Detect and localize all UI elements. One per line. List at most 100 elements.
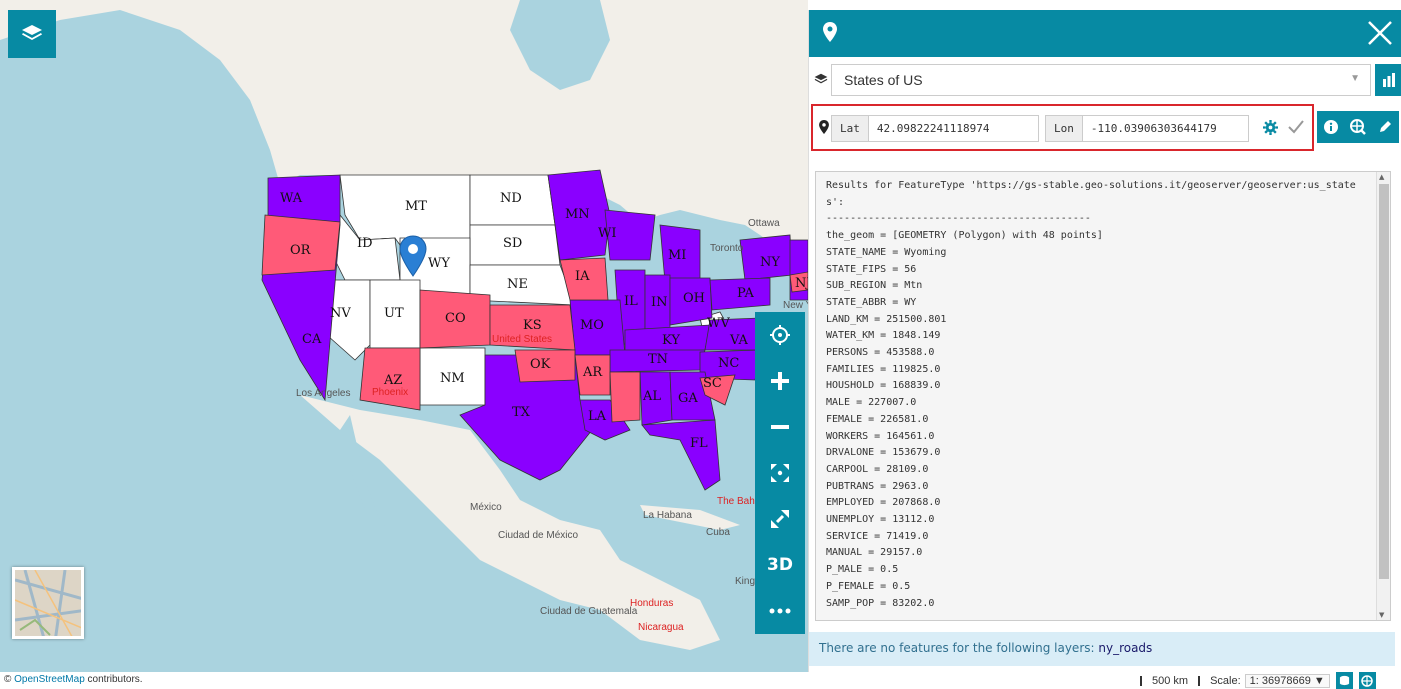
city-label: La Habana <box>643 510 692 521</box>
layer-select-value: States of US <box>844 72 923 88</box>
city-label: Phoenix <box>372 387 408 398</box>
state-label: KY <box>662 333 680 348</box>
state-label: SC <box>703 376 722 391</box>
info-icon <box>1323 120 1338 134</box>
close-icon[interactable] <box>1367 20 1393 46</box>
scale-distance: 500 km <box>1152 674 1189 687</box>
state-label: IL <box>624 294 638 309</box>
layer-select[interactable]: States of US ▼ <box>831 64 1371 96</box>
chevron-down-icon: ▼ <box>1350 73 1360 84</box>
globe-icon <box>1361 674 1374 687</box>
projection-button[interactable] <box>1358 672 1376 689</box>
scroll-thumb[interactable] <box>1379 184 1389 579</box>
locate-button[interactable] <box>755 312 805 358</box>
state-label: OH <box>683 291 705 306</box>
state-label: MI <box>668 248 686 263</box>
state-label: TX <box>512 405 531 420</box>
feature-info-results[interactable]: Results for FeatureType 'https://gs-stab… <box>815 171 1391 621</box>
lon-input[interactable]: -110.03906303644179 <box>1083 116 1248 141</box>
map-footer: 500 km Scale: 1: 36978669 ▼ <box>1130 672 1401 689</box>
no-features-alert: There are no features for the following … <box>809 632 1395 666</box>
state-label: CO <box>445 311 466 326</box>
attribution-suffix: contributors. <box>84 674 143 685</box>
edit-button[interactable] <box>1372 111 1399 143</box>
expand-icon <box>771 510 789 528</box>
state-ms <box>609 371 641 423</box>
city-label: Nicaragua <box>638 622 684 633</box>
city-label: New York <box>783 300 808 311</box>
lon-field[interactable]: Lon -110.03906303644179 <box>1045 115 1249 142</box>
city-label: Toronto <box>710 243 744 254</box>
city-label: United States <box>492 334 552 345</box>
city-label: Honduras <box>630 598 673 609</box>
results-scrollbar[interactable]: ▲ ▼ <box>1376 172 1390 620</box>
attribution-prefix: © <box>4 674 15 685</box>
results-text: Results for FeatureType 'https://gs-stab… <box>826 180 1356 609</box>
gear-icon[interactable] <box>1263 120 1278 135</box>
scale-label: Scale: <box>1210 674 1241 687</box>
layers-icon <box>814 73 828 84</box>
no-features-layer: ny_roads <box>1098 641 1153 655</box>
map-marker-icon <box>823 22 837 42</box>
minimap-preview-image <box>15 570 81 636</box>
state-label: SD <box>503 236 522 251</box>
zoom-in-button[interactable] <box>755 358 805 404</box>
scroll-up-icon[interactable]: ▲ <box>1379 173 1384 181</box>
scale-select[interactable]: 1: 36978669 ▼ <box>1244 673 1330 688</box>
full-extent-button[interactable] <box>755 450 805 496</box>
state-label: AR <box>582 365 603 380</box>
background-selector-thumbnail[interactable] <box>12 567 84 639</box>
scalebar-tick <box>1140 675 1142 686</box>
state-label: GA <box>678 391 698 406</box>
coordinate-editor: Lat 42.09822241118974 Lon -110.039063036… <box>811 104 1314 151</box>
layer-info-button[interactable] <box>1375 64 1401 96</box>
city-label: México <box>470 502 502 513</box>
state-label: IN <box>651 295 668 310</box>
crs-button[interactable] <box>1335 672 1353 689</box>
state-label: VA <box>729 333 749 348</box>
state-label: TN <box>648 352 668 367</box>
plus-icon <box>771 372 789 390</box>
state-label: ND <box>500 191 522 206</box>
panel-header <box>809 10 1401 57</box>
toggle-3d-button[interactable]: 3D <box>755 542 805 588</box>
layers-icon <box>22 25 42 40</box>
zoom-out-button[interactable] <box>755 404 805 450</box>
state-label: NJ <box>795 276 808 291</box>
chart-icon <box>1382 73 1395 87</box>
info-button[interactable] <box>1317 111 1344 143</box>
lat-label: Lat <box>832 116 869 141</box>
crosshair-icon <box>770 325 790 345</box>
state-label: CA <box>302 332 322 347</box>
globe-zoom-icon <box>1349 119 1366 135</box>
map-marker-icon <box>819 120 829 134</box>
identify-actions <box>1317 111 1399 143</box>
state-fl <box>641 419 721 491</box>
city-label: Ottawa <box>748 218 780 229</box>
fullscreen-button[interactable] <box>755 496 805 542</box>
scalebar-divider <box>1198 675 1201 686</box>
check-icon[interactable] <box>1288 120 1304 134</box>
minus-icon <box>771 425 789 429</box>
city-label: Cuba <box>706 527 730 538</box>
state-label: OK <box>530 357 551 372</box>
lat-field[interactable]: Lat 42.09822241118974 <box>831 115 1039 142</box>
zoom-to-feature-button[interactable] <box>1344 111 1371 143</box>
scale-value: 1: 36978669 <box>1249 674 1311 687</box>
osm-link[interactable]: OpenStreetMap <box>14 674 85 685</box>
city-label: Los Angeles <box>296 388 351 399</box>
layers-toggle-button[interactable] <box>8 10 56 58</box>
city-label: Ciudad de México <box>498 530 578 541</box>
no-features-text: There are no features for the following … <box>819 641 1099 655</box>
state-label: WV <box>707 316 730 331</box>
state-label: OR <box>290 243 312 258</box>
lat-input[interactable]: 42.09822241118974 <box>869 116 1038 141</box>
state-label: MT <box>405 199 427 214</box>
state-label: AZ <box>383 373 402 388</box>
more-button[interactable] <box>755 588 805 634</box>
3d-label: 3D <box>767 555 793 575</box>
state-label: NC <box>718 356 739 371</box>
map-view[interactable]: WA MT ND MN OR ID WY SD WI MI NY IA NE N… <box>0 0 808 672</box>
scroll-down-icon[interactable]: ▼ <box>1379 611 1384 619</box>
state-label: NE <box>507 277 528 292</box>
